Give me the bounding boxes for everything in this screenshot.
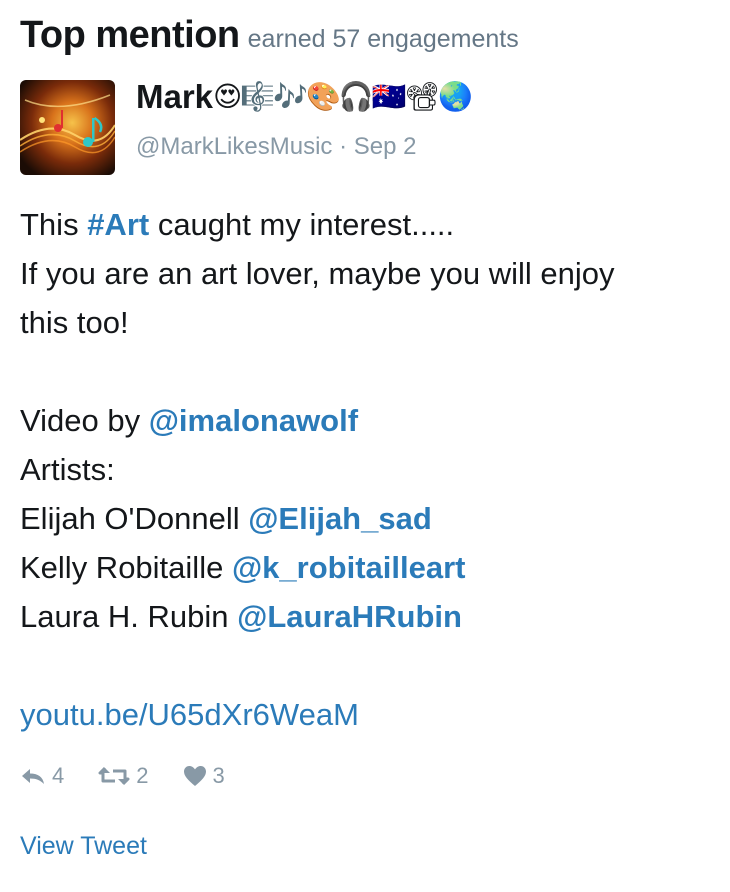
- tweet-actions: 4 2 3: [20, 763, 259, 789]
- reply-icon: [22, 769, 44, 784]
- text: Elijah O'Donnell: [20, 501, 249, 536]
- separator: ·: [332, 133, 354, 160]
- reply-button[interactable]: 4: [20, 763, 64, 789]
- tweet-line: This #Art caught my interest.....: [20, 200, 720, 249]
- header-subtitle: earned 57 engagements: [247, 25, 519, 53]
- hashtag-link[interactable]: #Art: [87, 207, 149, 242]
- mention-link[interactable]: @imalonawolf: [149, 403, 358, 438]
- view-tweet-link[interactable]: View Tweet: [20, 832, 147, 861]
- tweet-body: This #Art caught my interest..... If you…: [20, 200, 720, 739]
- handle-line: @MarkLikesMusic · Sep 2: [136, 133, 416, 161]
- text: Laura H. Rubin: [20, 599, 238, 634]
- heart-icon: [183, 766, 206, 786]
- tweet-line: youtu.be/U65dXr6WeaM: [20, 690, 720, 739]
- tweet-line: Video by @imalonawolf: [20, 396, 720, 445]
- text: Kelly Robitaille: [20, 550, 232, 585]
- like-count: 3: [212, 763, 225, 788]
- text: Video by: [20, 403, 149, 438]
- tweet-line: Laura H. Rubin @LauraHRubin: [20, 592, 720, 641]
- mention-link[interactable]: @k_robitailleart: [232, 550, 466, 585]
- url-link[interactable]: youtu.be/U65dXr6WeaM: [20, 697, 359, 732]
- tweet-date[interactable]: Sep 2: [354, 133, 417, 160]
- author-name-text: Mark: [136, 78, 214, 115]
- text: This: [20, 207, 88, 242]
- text: caught my interest.....: [149, 207, 455, 242]
- top-mention-header: Top mention earned 57 engagements: [20, 14, 519, 57]
- avatar[interactable]: [20, 80, 115, 175]
- reply-count: 4: [52, 763, 65, 788]
- music-notes-avatar-icon: [20, 94, 115, 154]
- retweet-count: 2: [136, 763, 149, 788]
- tweet-line: this too!: [20, 305, 129, 340]
- retweet-button[interactable]: 2: [98, 763, 149, 789]
- mention-link[interactable]: @Elijah_sad: [248, 501, 432, 536]
- tweet-line: Kelly Robitaille @k_robitailleart: [20, 543, 720, 592]
- tweet-line: Elijah O'Donnell @Elijah_sad: [20, 494, 720, 543]
- author-handle[interactable]: @MarkLikesMusic: [136, 133, 332, 160]
- mention-link[interactable]: @LauraHRubin: [237, 599, 462, 634]
- author-name[interactable]: Mark😍🎼🎶🎨🎧🇦🇺📽🌏: [136, 78, 473, 116]
- tweet-line: Artists:: [20, 452, 115, 487]
- tweet-line: If you are an art lover, maybe you will …: [20, 256, 615, 291]
- like-button[interactable]: 3: [183, 763, 225, 789]
- retweet-icon: [98, 766, 130, 786]
- author-emojis: 😍🎼🎶🎨🎧🇦🇺📽🌏: [213, 81, 473, 112]
- header-title: Top mention: [20, 14, 240, 56]
